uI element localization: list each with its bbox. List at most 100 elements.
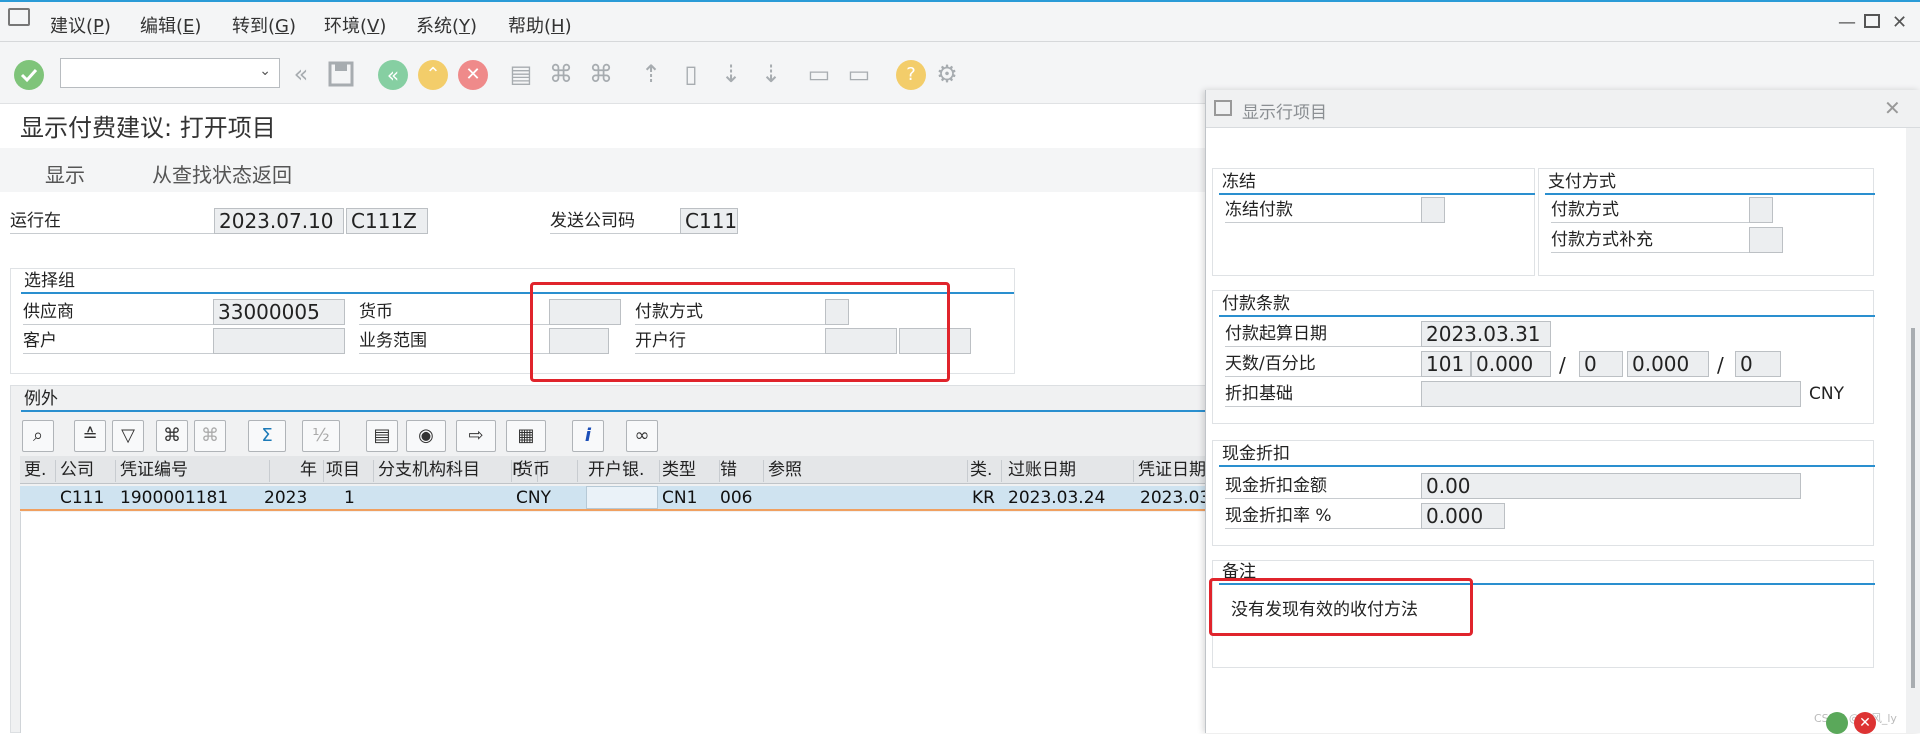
last-page-icon: ⇣ [760, 60, 782, 88]
chevron-down-icon[interactable]: ⌄ [259, 63, 271, 79]
paying-company-field[interactable]: C111 [680, 208, 738, 234]
find-icon[interactable]: ⌘ [156, 420, 188, 452]
days-1-field[interactable]: 101 [1421, 351, 1471, 377]
menu-bar: 建议(P) 编辑(E) 转到(G) 环境(V) 系统(Y) 帮助(H) — ✕ [0, 0, 1920, 42]
days-2-field[interactable]: 0 [1579, 351, 1623, 377]
dialog-body: 冻结 冻结付款 支付方式 付款方式 付款方式补充 付款条款 付款起算日期 202… [1206, 128, 1906, 734]
cash-discount-title: 现金折扣 [1219, 443, 1875, 467]
run-id-field[interactable]: C111Z [346, 208, 428, 234]
filter-icon[interactable]: ▽ [112, 420, 144, 452]
highlight-box-note [1209, 578, 1473, 636]
restore-icon[interactable] [1864, 14, 1880, 28]
customer-field[interactable] [213, 328, 345, 354]
separator-slash: / [1559, 353, 1566, 377]
column-header[interactable]: 错 [720, 460, 764, 482]
cell-account-type: KR [972, 488, 995, 508]
payment-method-title: 支付方式 [1545, 171, 1875, 195]
vendor-field[interactable]: 33000005 [213, 299, 345, 325]
table-row[interactable]: C111 1900001181 2023 1 CNY CN1 006 KR 20… [20, 486, 1210, 511]
settings-gear-icon[interactable]: ⚙ [934, 60, 960, 88]
block-payment-label: 冻结付款 [1225, 199, 1425, 223]
baseline-date-field[interactable]: 2023.03.31 [1421, 321, 1551, 347]
days-3-field[interactable]: 0 [1735, 351, 1781, 377]
find-next-icon: ⌘ [194, 420, 226, 452]
cash-discount-rate-field[interactable]: 0.000 [1421, 503, 1505, 529]
close-icon[interactable]: ✕ [1892, 12, 1907, 33]
percent-2-field[interactable]: 0.000 [1627, 351, 1709, 377]
column-header[interactable]: 分支机构科目 [378, 460, 512, 482]
info-icon[interactable]: i [572, 420, 604, 452]
alv-toolbar: ⌕ ≙ ▽ ⌘ ⌘ Σ ½ ▤ ◉ ⇨ ▦ i ∞ [20, 420, 660, 454]
back-icon[interactable]: « [378, 60, 408, 90]
cell-house-bank[interactable] [586, 486, 658, 509]
export-icon[interactable]: ⇨ [456, 420, 496, 452]
cell-year: 2023 [264, 488, 308, 508]
ok-button[interactable] [1826, 712, 1848, 734]
column-header[interactable]: 更. [24, 460, 56, 482]
payment-method-field[interactable] [1749, 197, 1773, 223]
menu-item-goto[interactable]: 转到(G) [232, 12, 296, 38]
dialog-titlebar: 显示行项目 ✕ [1206, 90, 1920, 128]
display-button[interactable]: 显示 [45, 159, 85, 188]
cancel-button[interactable]: ✕ [1854, 712, 1876, 734]
table-empty-area [20, 512, 1210, 733]
cancel-icon[interactable]: ✕ [458, 60, 488, 90]
print-icon: ▤ [509, 60, 533, 88]
enter-check-icon[interactable] [14, 60, 44, 90]
menu-item-system[interactable]: 系统(Y) [416, 12, 477, 38]
print-icon[interactable]: ▤ [366, 420, 398, 452]
run-on-label: 运行在 [10, 210, 215, 234]
application-toolbar: 显示 从查找状态返回 [0, 148, 1210, 192]
percent-1-field[interactable]: 0.000 [1471, 351, 1551, 377]
dialog-title: 显示行项目 [1242, 103, 1327, 123]
command-field[interactable]: ⌄ [60, 58, 280, 88]
column-header[interactable]: 类型 [662, 460, 720, 482]
cash-discount-amount-field[interactable]: 0.00 [1421, 473, 1801, 499]
column-header[interactable]: 过账日期 [1008, 460, 1134, 482]
run-date-field[interactable]: 2023.07.10 [214, 208, 344, 234]
subtotal-icon: ½ [302, 420, 340, 452]
dialog-scrollbar[interactable] [1906, 128, 1920, 733]
highlight-box-selection [530, 282, 950, 382]
column-header[interactable]: 货币 [516, 460, 578, 482]
details-icon[interactable]: ⌕ [22, 420, 54, 452]
column-header[interactable]: 凭证编号 [120, 460, 270, 482]
exit-icon[interactable]: ⌃ [418, 60, 448, 90]
column-header[interactable]: 年 [274, 460, 324, 482]
column-header[interactable]: 参照 [768, 460, 968, 482]
create-session-icon: ▭ [807, 60, 831, 88]
layout-icon[interactable]: ▦ [506, 420, 546, 452]
menu-item-help[interactable]: 帮助(H) [508, 12, 572, 38]
glasses-icon[interactable]: ∞ [626, 420, 658, 452]
column-header[interactable]: 凭证日期 [1138, 460, 1210, 482]
column-header[interactable]: 开户银. [588, 460, 660, 482]
cell-document-number: 1900001181 [120, 488, 229, 508]
payment-terms-title: 付款条款 [1219, 293, 1875, 317]
menu-item-edit[interactable]: 编辑(E) [140, 12, 201, 38]
dialog-window-icon [1214, 100, 1232, 116]
cell-type: CN1 [662, 488, 698, 508]
block-payment-field[interactable] [1421, 197, 1445, 223]
cell-document-date: 2023.03 [1140, 488, 1211, 508]
scrollbar-thumb[interactable] [1911, 328, 1915, 688]
payment-method-supplement-field[interactable] [1749, 227, 1783, 253]
minimize-icon[interactable]: — [1838, 12, 1856, 33]
customer-label: 客户 [23, 330, 218, 354]
discount-base-field[interactable] [1421, 381, 1801, 407]
column-header[interactable]: 类. [970, 460, 1002, 482]
cash-discount-rate-label: 现金折扣率 % [1225, 505, 1425, 529]
dialog-close-icon[interactable]: ✕ [1884, 96, 1901, 120]
business-area-label: 业务范围 [359, 330, 551, 354]
sort-ascending-icon[interactable]: ≙ [74, 420, 106, 452]
back-from-search-button[interactable]: 从查找状态返回 [152, 159, 292, 188]
help-icon[interactable]: ? [896, 60, 926, 90]
column-header[interactable]: 项目 [326, 460, 374, 482]
views-icon[interactable]: ◉ [406, 420, 446, 452]
payment-method-supplement-label: 付款方式补充 [1551, 229, 1751, 253]
column-header[interactable]: 公司 [60, 460, 116, 482]
menu-item-environment[interactable]: 环境(V) [324, 12, 386, 38]
sum-icon[interactable]: Σ [248, 420, 286, 452]
sap-menu-icon[interactable] [8, 8, 30, 26]
cash-discount-amount-label: 现金折扣金额 [1225, 475, 1425, 499]
menu-item-proposal[interactable]: 建议(P) [50, 12, 111, 38]
